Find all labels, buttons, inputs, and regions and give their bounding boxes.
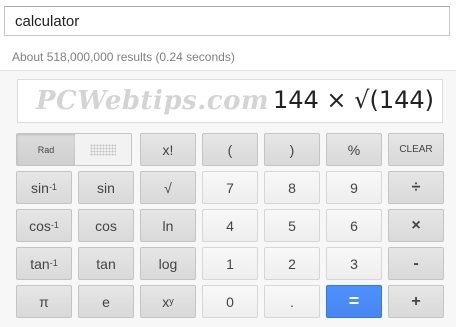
arccos-key[interactable]: cos -1 — [16, 209, 72, 242]
tan-key[interactable]: tan — [78, 247, 134, 280]
digit-7-key[interactable]: 7 — [202, 171, 258, 204]
arccos-label: cos — [29, 217, 51, 234]
digit-2-key[interactable]: 2 — [264, 247, 320, 280]
equals-key[interactable]: = — [326, 285, 382, 318]
decimal-key[interactable]: . — [264, 285, 320, 318]
digit-3-key[interactable]: 3 — [326, 247, 382, 280]
deg-button[interactable] — [75, 134, 131, 165]
e-key[interactable]: e — [78, 285, 134, 318]
results-stats: About 518,000,000 results (0.24 seconds) — [12, 50, 235, 64]
sqrt-key[interactable]: √ — [140, 171, 196, 204]
dots-pattern-icon — [90, 143, 116, 156]
clear-key[interactable]: CLEAR — [388, 133, 444, 166]
search-input[interactable] — [5, 7, 449, 35]
factorial-key[interactable]: x! — [140, 133, 196, 166]
digit-4-key[interactable]: 4 — [202, 209, 258, 242]
arctan-label: tan — [30, 255, 50, 272]
minus-key[interactable]: - — [388, 247, 444, 280]
divide-key[interactable]: ÷ — [388, 171, 444, 204]
ln-key[interactable]: ln — [140, 209, 196, 242]
digit-5-key[interactable]: 5 — [264, 209, 320, 242]
cos-key[interactable]: cos — [78, 209, 134, 242]
pi-key[interactable]: π — [16, 285, 72, 318]
percent-key[interactable]: % — [326, 133, 382, 166]
digit-6-key[interactable]: 6 — [326, 209, 382, 242]
search-box[interactable] — [4, 6, 450, 36]
digit-1-key[interactable]: 1 — [202, 247, 258, 280]
power-base: x — [162, 293, 170, 310]
log-key[interactable]: log — [140, 247, 196, 280]
power-key[interactable]: xy — [140, 285, 196, 318]
calculator-display: PCWebtips.com 144 × √(144) — [17, 79, 443, 123]
arctan-key[interactable]: tan -1 — [16, 247, 72, 280]
expression-text: 144 × √(144) — [272, 86, 434, 114]
digit-9-key[interactable]: 9 — [326, 171, 382, 204]
arcsin-key[interactable]: sin -1 — [16, 171, 72, 204]
rad-button[interactable]: Rad — [17, 134, 75, 165]
close-paren-key[interactable]: ) — [264, 133, 320, 166]
plus-key[interactable]: + — [388, 285, 444, 318]
digit-0-key[interactable]: 0 — [202, 285, 258, 318]
multiply-key[interactable]: × — [388, 209, 444, 242]
watermark-text: PCWebtips.com — [36, 86, 269, 116]
digit-8-key[interactable]: 8 — [264, 171, 320, 204]
open-paren-key[interactable]: ( — [202, 133, 258, 166]
sin-key[interactable]: sin — [78, 171, 134, 204]
arcsin-label: sin — [31, 179, 49, 196]
angle-mode-toggle[interactable]: Rad — [16, 133, 132, 166]
